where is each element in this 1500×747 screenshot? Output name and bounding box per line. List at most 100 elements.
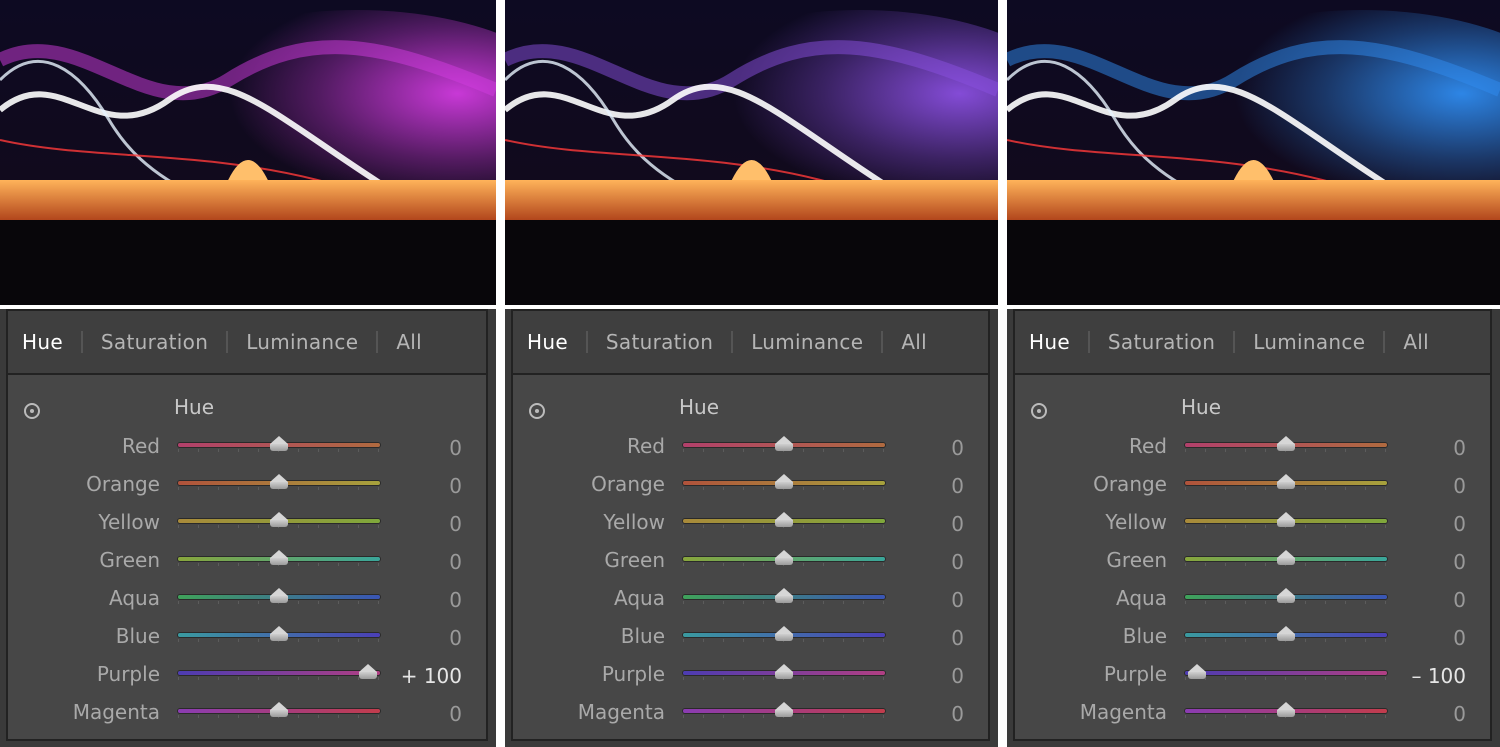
slider-value[interactable]: 0	[1453, 702, 1466, 726]
slider-label: Magenta	[72, 700, 160, 724]
tab-divider	[585, 331, 588, 353]
slider-label: Yellow	[98, 510, 160, 534]
hsl-panel: Hue Saturation Luminance All Hue Red 0 Ora…	[1007, 309, 1500, 747]
slider-list: Red 0 Orange 0 Yellow 0 Green 0 Aqua 0 Blue 0 Purple…	[513, 428, 988, 732]
hsl-tab-bar: Hue Saturation Luminance All	[8, 311, 486, 375]
slider-label: Purple	[601, 662, 665, 686]
slider-label: Red	[122, 434, 160, 458]
slider-row-aqua: Aqua 0	[8, 580, 486, 618]
target-adjustment-icon[interactable]	[24, 403, 40, 419]
slider-label: Yellow	[603, 510, 665, 534]
slider-value[interactable]: 0	[951, 664, 964, 688]
slider-row-magenta: Magenta 0	[8, 694, 486, 732]
section-title: Hue	[174, 395, 215, 419]
slider-value[interactable]: + 100	[401, 664, 462, 688]
tab-divider	[1087, 331, 1090, 353]
section-title: Hue	[679, 395, 720, 419]
slider-value[interactable]: 0	[951, 512, 964, 536]
preview-photo	[505, 0, 998, 305]
slider-value[interactable]: 0	[449, 550, 462, 574]
slider-track[interactable]	[178, 671, 380, 675]
slider-value[interactable]: 0	[951, 626, 964, 650]
slider-row-red: Red 0	[8, 428, 486, 466]
tab-hue[interactable]: Hue	[1029, 330, 1070, 354]
tab-saturation[interactable]: Saturation	[1108, 330, 1215, 354]
slider-value[interactable]: 0	[1453, 474, 1466, 498]
slider-row-magenta: Magenta 0	[1015, 694, 1490, 732]
target-adjustment-icon[interactable]	[1031, 403, 1047, 419]
slider-row-green: Green 0	[513, 542, 988, 580]
slider-label: Blue	[620, 624, 665, 648]
slider-row-purple: Purple 0	[513, 656, 988, 694]
slider-row-blue: Blue 0	[8, 618, 486, 656]
slider-label: Red	[627, 434, 665, 458]
tab-divider	[226, 331, 229, 353]
slider-row-green: Green 0	[1015, 542, 1490, 580]
slider-value[interactable]: 0	[1453, 550, 1466, 574]
tab-divider	[376, 331, 379, 353]
slider-label: Green	[99, 548, 160, 572]
slider-ticks	[178, 677, 380, 680]
slider-label: Aqua	[614, 586, 665, 610]
slider-row-yellow: Yellow 0	[513, 504, 988, 542]
tab-luminance[interactable]: Luminance	[246, 330, 358, 354]
tab-all[interactable]: All	[396, 330, 422, 354]
slider-value[interactable]: 0	[1453, 626, 1466, 650]
hsl-tab-bar: Hue Saturation Luminance All	[1015, 311, 1490, 375]
tab-saturation[interactable]: Saturation	[101, 330, 208, 354]
slider-value[interactable]: 0	[1453, 512, 1466, 536]
slider-row-blue: Blue 0	[513, 618, 988, 656]
slider-value[interactable]: 0	[449, 588, 462, 612]
tab-luminance[interactable]: Luminance	[1253, 330, 1365, 354]
slider-label: Magenta	[1079, 700, 1167, 724]
slider-value[interactable]: 0	[449, 626, 462, 650]
tab-hue[interactable]: Hue	[22, 330, 63, 354]
tab-divider	[731, 331, 734, 353]
hsl-panel: Hue Saturation Luminance All Hue Red 0 Ora…	[0, 309, 496, 747]
tab-luminance[interactable]: Luminance	[751, 330, 863, 354]
slider-track[interactable]	[1185, 671, 1387, 675]
slider-value[interactable]: 0	[449, 436, 462, 460]
slider-label: Purple	[96, 662, 160, 686]
slider-value[interactable]: 0	[449, 702, 462, 726]
slider-label: Orange	[591, 472, 665, 496]
tab-all[interactable]: All	[901, 330, 927, 354]
slider-label: Aqua	[1116, 586, 1167, 610]
slider-label: Green	[604, 548, 665, 572]
slider-value[interactable]: 0	[951, 474, 964, 498]
tab-divider	[80, 331, 83, 353]
tab-all[interactable]: All	[1403, 330, 1429, 354]
slider-value[interactable]: 0	[449, 512, 462, 536]
slider-label: Magenta	[577, 700, 665, 724]
hsl-tab-bar: Hue Saturation Luminance All	[513, 311, 988, 375]
slider-row-orange: Orange 0	[1015, 466, 1490, 504]
slider-value[interactable]: 0	[951, 436, 964, 460]
tab-hue[interactable]: Hue	[527, 330, 568, 354]
target-adjustment-icon[interactable]	[529, 403, 545, 419]
slider-value[interactable]: 0	[449, 474, 462, 498]
slider-row-purple: Purple – 100	[1015, 656, 1490, 694]
slider-value[interactable]: 0	[1453, 588, 1466, 612]
preview-photo	[1007, 0, 1500, 305]
tab-divider	[881, 331, 884, 353]
slider-label: Yellow	[1105, 510, 1167, 534]
hsl-panel: Hue Saturation Luminance All Hue Red 0 Ora…	[505, 309, 998, 747]
slider-label: Purple	[1103, 662, 1167, 686]
slider-value[interactable]: 0	[1453, 436, 1466, 460]
tab-divider	[1383, 331, 1386, 353]
slider-row-green: Green 0	[8, 542, 486, 580]
slider-value[interactable]: – 100	[1411, 664, 1466, 688]
slider-value[interactable]: 0	[951, 550, 964, 574]
slider-value[interactable]: 0	[951, 588, 964, 612]
slider-row-aqua: Aqua 0	[513, 580, 988, 618]
slider-list: Red 0 Orange 0 Yellow 0 Green 0 Aqua 0 Blue 0 Purple…	[1015, 428, 1490, 732]
slider-value[interactable]: 0	[951, 702, 964, 726]
slider-row-magenta: Magenta 0	[513, 694, 988, 732]
slider-label: Green	[1106, 548, 1167, 572]
slider-label: Orange	[86, 472, 160, 496]
slider-row-aqua: Aqua 0	[1015, 580, 1490, 618]
slider-row-purple: Purple + 100	[8, 656, 486, 694]
tab-saturation[interactable]: Saturation	[606, 330, 713, 354]
slider-label: Orange	[1093, 472, 1167, 496]
slider-row-yellow: Yellow 0	[8, 504, 486, 542]
